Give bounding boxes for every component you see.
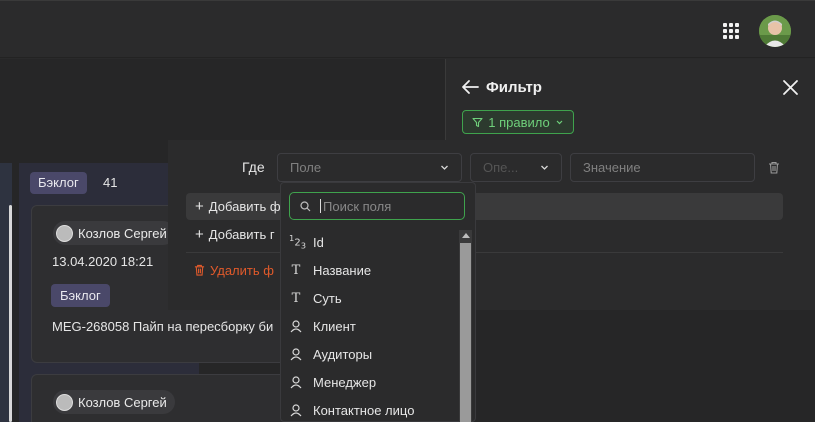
- search-icon: [300, 201, 311, 212]
- user-icon: [290, 375, 302, 388]
- user-icon: [290, 403, 302, 416]
- assignee-avatar: [56, 224, 73, 242]
- option-label: Менеджер: [313, 374, 377, 390]
- text-caret: [320, 199, 321, 213]
- chevron-down-icon: [541, 165, 548, 170]
- add-filter-button[interactable]: + Добавить ф: [195, 198, 281, 215]
- field-option-name[interactable]: T Название: [289, 256, 449, 284]
- text-icon: T: [291, 290, 301, 306]
- text-icon: T: [291, 262, 301, 278]
- rules-count-button[interactable]: 1 правило: [462, 110, 574, 134]
- field-option-auditors[interactable]: Аудиторы: [289, 340, 449, 368]
- close-icon[interactable]: [782, 79, 799, 96]
- chevron-down-icon: [441, 165, 448, 170]
- top-bar: [0, 0, 815, 58]
- field-search-input[interactable]: Поиск поля: [289, 192, 465, 220]
- plus-icon: +: [195, 198, 204, 215]
- option-label: Суть: [313, 290, 342, 306]
- task-card[interactable]: Козлов Сергей: [31, 374, 311, 422]
- operator-select-placeholder: Опе...: [483, 160, 519, 175]
- card-status-tag: Бэклог: [51, 284, 110, 307]
- chevron-down-icon: [556, 120, 563, 124]
- assignee-chip[interactable]: Козлов Сергей: [53, 390, 175, 414]
- scrollbar-thumb[interactable]: [460, 243, 471, 422]
- scroll-up-arrow-icon[interactable]: [462, 233, 470, 238]
- rules-count-label: 1 правило: [488, 114, 550, 130]
- user-icon: [290, 347, 302, 360]
- delete-filter-button[interactable]: Удалить ф: [194, 263, 274, 278]
- number-icon: 123: [289, 232, 306, 251]
- plus-icon: +: [195, 226, 204, 243]
- divider: [186, 252, 783, 253]
- field-option-contact[interactable]: Контактное лицо: [289, 396, 449, 422]
- filter-funnel-icon: [472, 117, 483, 127]
- user-icon: [290, 319, 302, 332]
- option-label: Клиент: [313, 318, 356, 334]
- option-label: Контактное лицо: [313, 402, 415, 418]
- value-input[interactable]: Значение: [570, 153, 755, 182]
- value-input-placeholder: Значение: [583, 160, 641, 175]
- add-group-label: Добавить г: [208, 227, 275, 242]
- trash-icon: [194, 264, 205, 276]
- field-select[interactable]: Поле: [277, 153, 462, 182]
- add-filter-label: Добавить ф: [208, 199, 281, 214]
- search-placeholder: Поиск поля: [323, 198, 392, 214]
- user-avatar[interactable]: [759, 15, 791, 47]
- field-select-placeholder: Поле: [290, 160, 322, 175]
- delete-filter-label: Удалить ф: [210, 263, 274, 278]
- column-scrollbar[interactable]: [9, 205, 12, 422]
- assignee-chip[interactable]: Козлов Сергей: [53, 221, 175, 245]
- assignee-name: Козлов Сергей: [78, 394, 167, 410]
- column-title-badge: Бэклог: [30, 172, 87, 194]
- option-label: Id: [313, 234, 324, 250]
- field-option-client[interactable]: Клиент: [289, 312, 449, 340]
- assignee-avatar: [56, 393, 73, 411]
- card-title: MEG-268058 Пайп на пересборку би: [52, 319, 274, 334]
- column-count: 41: [103, 175, 118, 190]
- field-option-id[interactable]: 123 Id: [289, 228, 449, 256]
- field-option-essence[interactable]: T Суть: [289, 284, 449, 312]
- field-option-manager[interactable]: Менеджер: [289, 368, 449, 396]
- option-label: Аудиторы: [313, 346, 373, 362]
- apps-grid-icon[interactable]: [723, 23, 739, 39]
- card-date: 13.04.2020 18:21: [52, 254, 154, 269]
- back-arrow-icon[interactable]: [461, 79, 479, 95]
- option-label: Название: [313, 262, 372, 278]
- add-group-button[interactable]: + Добавить г: [195, 226, 275, 243]
- filter-title: Фильтр: [486, 79, 542, 96]
- operator-select[interactable]: Опе...: [470, 153, 562, 182]
- assignee-name: Козлов Сергей: [78, 225, 167, 241]
- trash-icon[interactable]: [768, 161, 780, 174]
- where-label: Где: [242, 159, 265, 175]
